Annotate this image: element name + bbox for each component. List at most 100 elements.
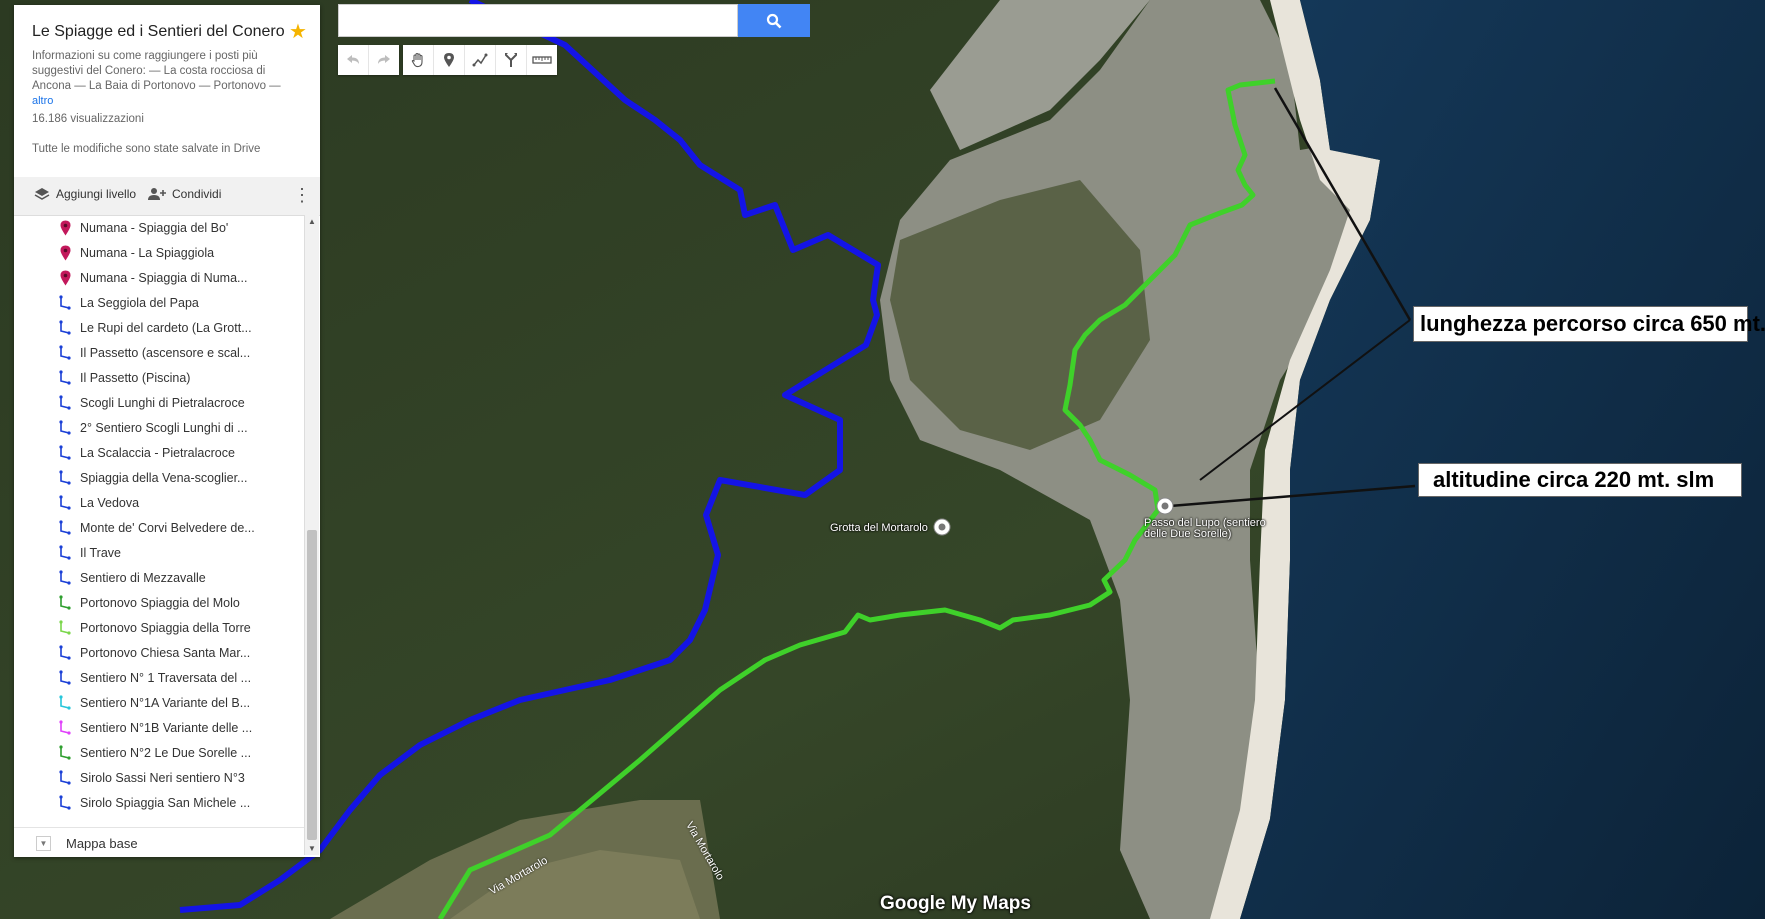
- add-marker-button[interactable]: [434, 45, 465, 75]
- layer-item[interactable]: Portonovo Spiaggia della Torre: [14, 615, 304, 640]
- poi-passo-del-lupo[interactable]: Passo del Lupo (sentiero delle Due Sorel…: [1144, 518, 1274, 540]
- search-input[interactable]: [338, 4, 738, 37]
- layer-item[interactable]: Il Passetto (Piscina): [14, 365, 304, 390]
- layer-item[interactable]: Sentiero N°1B Variante delle ...: [14, 715, 304, 740]
- layers-icon: [34, 188, 50, 200]
- map-pin-icon: [58, 220, 72, 236]
- route-line-icon: [58, 794, 72, 811]
- directions-icon: [505, 53, 517, 67]
- route-line-icon: [58, 394, 72, 411]
- poi-grotta-del-mortarolo[interactable]: Grotta del Mortarolo: [830, 522, 928, 534]
- layer-item[interactable]: Numana - La Spiaggiola: [14, 240, 304, 265]
- redo-icon: [378, 55, 390, 64]
- layer-item[interactable]: Il Passetto (ascensore e scal...: [14, 340, 304, 365]
- measure-button[interactable]: [527, 45, 557, 75]
- map-pin-icon: [58, 270, 72, 286]
- add-layer-button[interactable]: Aggiungi livello: [34, 187, 136, 201]
- layer-item[interactable]: Sentiero di Mezzavalle: [14, 565, 304, 590]
- layer-item[interactable]: Portonovo Spiaggia del Molo: [14, 590, 304, 615]
- map-pin-icon: [58, 245, 72, 261]
- undo-button[interactable]: [338, 45, 369, 75]
- route-line-icon: [58, 444, 72, 461]
- layer-label: Scogli Lunghi di Pietralacroce: [80, 395, 245, 410]
- layer-item[interactable]: Sirolo Spiaggia San Michele ...: [14, 790, 304, 815]
- layer-label: Sentiero N°1A Variante del B...: [80, 695, 251, 710]
- layer-label: La Vedova: [80, 495, 140, 510]
- layer-list: Numana - Spiaggia del Bo' Numana - La Spi…: [14, 215, 304, 828]
- ruler-icon: [532, 56, 552, 64]
- more-link[interactable]: altro: [32, 95, 53, 107]
- star-icon[interactable]: ★: [289, 19, 307, 44]
- route-line-icon: [58, 369, 72, 386]
- directions-button[interactable]: [496, 45, 527, 75]
- share-label: Condividi: [172, 187, 222, 201]
- layer-item[interactable]: 2° Sentiero Scogli Lunghi di ...: [14, 415, 304, 440]
- search-button[interactable]: [738, 4, 810, 37]
- layer-item[interactable]: Monte de' Corvi Belvedere de...: [14, 515, 304, 540]
- share-button[interactable]: Condividi: [148, 187, 221, 201]
- route-line-icon: [58, 719, 72, 736]
- layer-label: Il Trave: [80, 545, 121, 560]
- layer-scrollbar[interactable]: ▲ ▼: [304, 215, 319, 855]
- layer-item[interactable]: Portonovo Chiesa Santa Mar...: [14, 640, 304, 665]
- layer-label: Portonovo Spiaggia del Molo: [80, 595, 240, 610]
- undo-icon: [347, 55, 359, 64]
- layer-label: Il Passetto (Piscina): [80, 370, 191, 385]
- google-mymaps-logo: Google My Maps: [880, 893, 1031, 914]
- draw-line-icon: [472, 53, 488, 67]
- layer-item[interactable]: Scogli Lunghi di Pietralacroce: [14, 390, 304, 415]
- route-line-icon: [58, 344, 72, 361]
- draw-line-button[interactable]: [465, 45, 496, 75]
- layer-item[interactable]: Sentiero N°2 Le Due Sorelle ...: [14, 740, 304, 765]
- layer-label: La Seggiola del Papa: [80, 295, 199, 310]
- layer-item[interactable]: Il Trave: [14, 540, 304, 565]
- layer-label: Numana - Spiaggia del Bo': [80, 220, 229, 235]
- pan-tool-button[interactable]: [403, 45, 434, 75]
- map-toolbar: [338, 45, 557, 75]
- layer-item[interactable]: Sentiero N° 1 Traversata del ...: [14, 665, 304, 690]
- add-layer-label: Aggiungi livello: [56, 187, 137, 201]
- layer-label: Portonovo Chiesa Santa Mar...: [80, 645, 251, 660]
- base-map-toggle[interactable]: ▼ Mappa base: [14, 827, 304, 857]
- layer-item[interactable]: Numana - Spiaggia del Bo': [14, 215, 304, 240]
- layer-item[interactable]: La Vedova: [14, 490, 304, 515]
- layer-item[interactable]: La Seggiola del Papa: [14, 290, 304, 315]
- route-line-icon: [58, 419, 72, 436]
- layer-label: Spiaggia della Vena-scoglier...: [80, 470, 248, 485]
- scroll-down-icon[interactable]: ▼: [308, 844, 316, 853]
- layer-item[interactable]: Numana - Spiaggia di Numa...: [14, 265, 304, 290]
- scroll-up-icon[interactable]: ▲: [308, 217, 316, 226]
- view-count: 16.186 visualizzazioni: [32, 113, 144, 125]
- layer-label: Sirolo Sassi Neri sentiero N°3: [80, 770, 245, 785]
- length-callout: lunghezza percorso circa 650 mt.: [1413, 306, 1765, 342]
- add-person-icon: [148, 188, 166, 200]
- search-icon: [766, 13, 782, 28]
- route-line-icon: [58, 469, 72, 486]
- route-line-icon: [58, 294, 72, 311]
- route-line-icon: [58, 644, 72, 661]
- layer-item[interactable]: Spiaggia della Vena-scoglier...: [14, 465, 304, 490]
- layer-label: Sentiero N° 1 Traversata del ...: [80, 670, 252, 685]
- layer-label: Sentiero N°1B Variante delle ...: [80, 720, 253, 735]
- layer-label: Portonovo Spiaggia della Torre: [80, 620, 251, 635]
- layer-label: Sentiero N°2 Le Due Sorelle ...: [80, 745, 252, 760]
- layer-item[interactable]: Le Rupi del cardeto (La Grott...: [14, 315, 304, 340]
- more-options-icon[interactable]: ⋮: [293, 185, 311, 206]
- scroll-thumb[interactable]: [307, 530, 317, 840]
- route-line-icon: [58, 744, 72, 761]
- save-status: Tutte le modifiche sono state salvate in…: [32, 143, 261, 155]
- layer-label: Numana - La Spiaggiola: [80, 245, 215, 260]
- add-marker-icon: [444, 53, 454, 67]
- layer-item[interactable]: Sirolo Sassi Neri sentiero N°3: [14, 765, 304, 790]
- layer-label: Sentiero di Mezzavalle: [80, 570, 206, 585]
- map-title[interactable]: Le Spiagge ed i Sentieri del Conero: [32, 23, 285, 41]
- route-line-icon: [58, 569, 72, 586]
- layer-item[interactable]: Sentiero N°1A Variante del B...: [14, 690, 304, 715]
- redo-button[interactable]: [369, 45, 399, 75]
- route-line-icon: [58, 619, 72, 636]
- layer-toolbar: Aggiungi livello Condividi ⋮: [14, 177, 320, 216]
- layer-item[interactable]: La Scalaccia - Pietralacroce: [14, 440, 304, 465]
- route-line-icon: [58, 319, 72, 336]
- route-line-icon: [58, 494, 72, 511]
- layer-label: Sirolo Spiaggia San Michele ...: [80, 795, 251, 810]
